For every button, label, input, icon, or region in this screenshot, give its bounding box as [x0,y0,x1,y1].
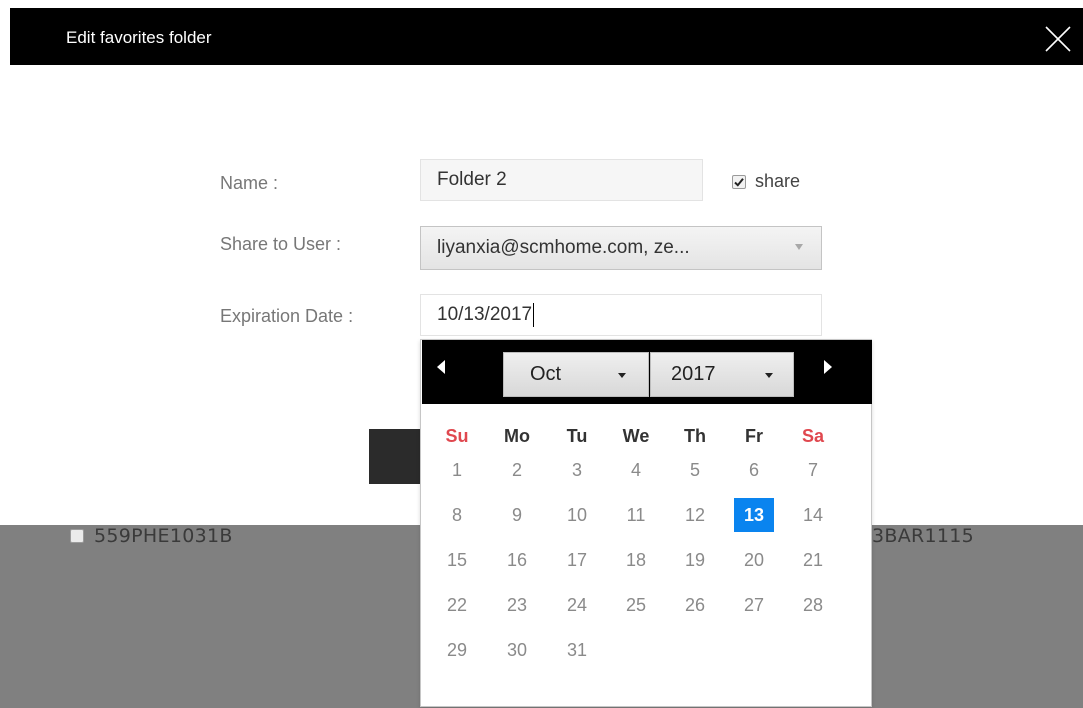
calendar-day[interactable]: 31 [557,633,597,667]
year-select-value: 2017 [671,363,716,385]
share-checkbox-box[interactable] [732,174,746,189]
calendar-day[interactable]: 10 [557,498,597,532]
background-list-item: 3BAR1115 [872,525,974,547]
calendar-day[interactable]: 15 [437,543,477,577]
calendar-day[interactable]: 23 [497,588,537,622]
triangle-left-icon [437,360,445,374]
background-item-code: 3BAR1115 [872,525,975,547]
calendar-day[interactable]: 28 [793,588,833,622]
name-input[interactable]: Folder 2 [420,159,703,201]
share-to-user-label: Share to User : [220,234,342,254]
calendar-day[interactable]: 29 [437,633,477,667]
dialog-title: Edit favorites folder [66,28,212,47]
year-select[interactable]: 2017 [650,352,794,397]
calendar-day[interactable]: 30 [497,633,537,667]
calendar-day-selected[interactable]: 13 [734,498,774,532]
background-list-item: 559PHE1031B [70,525,233,547]
weekday-header: Sa [801,426,825,446]
calendar-day[interactable]: 5 [675,453,715,487]
datepicker: Oct 2017 Su Mo Tu We Th Fr Sa 1 2 3 4 5 6 7 8 9 10 11 12 13… [420,339,872,707]
datepicker-header: Oct 2017 [422,340,872,404]
calendar-day[interactable]: 22 [437,588,477,622]
calendar-day[interactable]: 26 [675,588,715,622]
calendar-day[interactable]: 20 [734,543,774,577]
calendar-day[interactable]: 12 [675,498,715,532]
chevron-down-icon [795,244,803,250]
calendar-day[interactable]: 17 [557,543,597,577]
calendar-day[interactable]: 14 [793,498,833,532]
chevron-down-icon [618,373,626,378]
name-input-value: Folder 2 [437,169,507,190]
share-label: share [755,171,801,191]
close-button[interactable] [1043,24,1073,54]
prev-month-button[interactable] [437,360,449,378]
next-month-button[interactable] [824,360,836,378]
weekday-header: Su [445,426,469,446]
calendar-day[interactable]: 1 [437,453,477,487]
expiration-date-input[interactable]: 10/13/2017 [420,294,822,336]
calendar-day[interactable]: 7 [793,453,833,487]
weekday-header: We [622,426,650,446]
calendar-day[interactable]: 19 [675,543,715,577]
calendar-day[interactable]: 27 [734,588,774,622]
name-label: Name : [220,173,279,193]
calendar-day[interactable]: 18 [616,543,656,577]
calendar-day[interactable]: 9 [497,498,537,532]
chevron-down-icon [765,373,773,378]
calendar-day[interactable]: 25 [616,588,656,622]
share-to-user-value: liyanxia@scmhome.com, ze... [437,237,690,258]
calendar-day[interactable]: 11 [616,498,656,532]
month-select-value: Oct [530,363,562,385]
expiration-date-label: Expiration Date : [220,306,354,326]
month-select[interactable]: Oct [503,352,649,397]
triangle-right-icon [824,360,832,374]
calendar-day[interactable]: 3 [557,453,597,487]
calendar-day[interactable]: 2 [497,453,537,487]
check-icon [734,177,744,187]
save-button[interactable] [369,429,423,484]
share-to-user-select[interactable]: liyanxia@scmhome.com, ze... [420,226,822,270]
share-checkbox[interactable]: share [732,171,800,192]
calendar-day[interactable]: 8 [437,498,477,532]
weekday-header: Th [684,426,706,446]
weekday-header: Tu [566,426,588,446]
background-item-checkbox [70,529,84,543]
expiration-date-value: 10/13/2017 [437,304,533,325]
weekday-header: Fr [745,426,763,446]
text-cursor [533,303,535,327]
close-icon [1045,26,1071,52]
calendar-day[interactable]: 4 [616,453,656,487]
weekday-header: Mo [504,426,530,446]
calendar-day[interactable]: 6 [734,453,774,487]
calendar-day[interactable]: 16 [497,543,537,577]
calendar-day[interactable]: 24 [557,588,597,622]
calendar-day[interactable]: 21 [793,543,833,577]
dialog-titlebar: Edit favorites folder [10,8,1083,65]
background-item-code: 559PHE1031B [94,525,233,547]
